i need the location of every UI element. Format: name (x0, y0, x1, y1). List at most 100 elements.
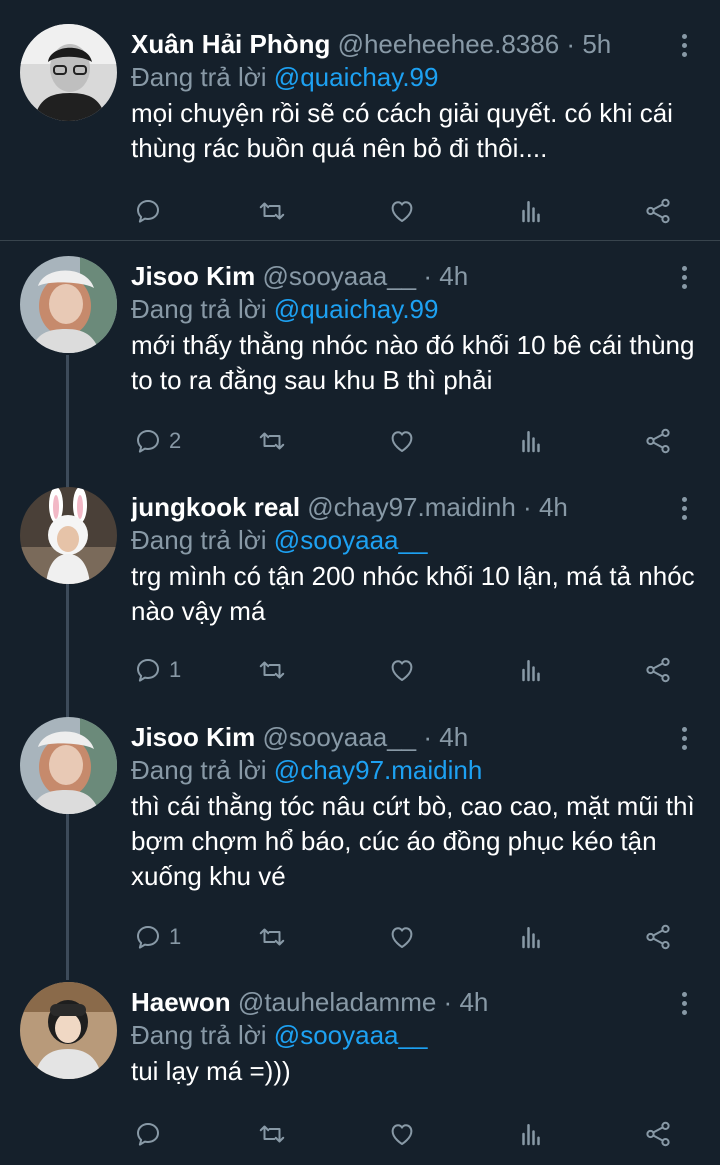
display-name[interactable]: Jisoo Kim (131, 261, 255, 291)
like-icon (387, 426, 417, 456)
reply-button[interactable]: 2 (133, 421, 181, 461)
mention-link[interactable]: @quaichay.99 (274, 294, 439, 324)
like-button[interactable] (387, 191, 417, 231)
timestamp[interactable]: 5h (582, 29, 611, 59)
user-handle[interactable]: @sooyaaa__ (262, 722, 416, 752)
retweet-button[interactable] (257, 1114, 287, 1154)
share-button[interactable] (643, 421, 673, 461)
reply-button[interactable]: 1 (133, 917, 181, 957)
share-button[interactable] (643, 917, 673, 957)
mention-link[interactable]: @sooyaaa__ (274, 1020, 428, 1050)
separator-dot: · (443, 987, 453, 1017)
share-button[interactable] (643, 191, 673, 231)
mention-link[interactable]: @quaichay.99 (274, 62, 439, 92)
separator-dot: · (566, 29, 576, 59)
timestamp[interactable]: 4h (439, 722, 468, 752)
reply-icon (133, 426, 163, 456)
like-icon (387, 922, 417, 952)
display-name[interactable]: Jisoo Kim (131, 722, 255, 752)
action-bar: 2 (131, 421, 690, 461)
display-name[interactable]: Xuân Hải Phòng (131, 29, 330, 59)
like-button[interactable] (387, 1114, 417, 1154)
separator-dot: · (423, 261, 433, 291)
like-button[interactable] (387, 421, 417, 461)
retweet-button[interactable] (257, 917, 287, 957)
replying-prefix: Đang trả lời (131, 62, 267, 92)
more-options-icon[interactable] (678, 34, 690, 60)
share-icon (643, 922, 673, 952)
retweet-button[interactable] (257, 191, 287, 231)
like-icon (387, 1119, 417, 1149)
avatar[interactable] (20, 717, 117, 814)
like-icon (387, 196, 417, 226)
user-handle[interactable]: @sooyaaa__ (262, 261, 416, 291)
retweet-icon (257, 196, 287, 226)
analytics-button[interactable] (516, 650, 546, 690)
mention-link[interactable]: @sooyaaa__ (274, 525, 428, 555)
tweet-text: mới thấy thằng nhóc nào đó khối 10 bê cá… (131, 330, 695, 395)
replying-prefix: Đang trả lời (131, 755, 267, 785)
reply-icon (133, 1119, 163, 1149)
reply-button[interactable] (133, 1114, 169, 1154)
display-name[interactable]: jungkook real (131, 492, 300, 522)
action-bar: 1 (131, 650, 690, 690)
divider (0, 240, 720, 241)
analytics-icon (516, 922, 546, 952)
replying-prefix: Đang trả lời (131, 294, 267, 324)
more-options-icon[interactable] (678, 992, 690, 1018)
replying-to: Đang trả lời @quaichay.99 (131, 290, 438, 328)
like-button[interactable] (387, 917, 417, 957)
avatar[interactable] (20, 256, 117, 353)
separator-dot: · (423, 722, 433, 752)
tweet[interactable]: Jisoo Kim @sooyaaa__ · 4h Đang trả lời @… (0, 717, 720, 967)
timestamp[interactable]: 4h (439, 261, 468, 291)
retweet-button[interactable] (257, 421, 287, 461)
reply-button[interactable] (133, 191, 169, 231)
replying-to: Đang trả lời @sooyaaa__ (131, 1016, 427, 1054)
analytics-icon (516, 1119, 546, 1149)
share-icon (643, 655, 673, 685)
share-icon (643, 196, 673, 226)
like-icon (387, 655, 417, 685)
mention-link[interactable]: @chay97.maidinh (274, 755, 483, 785)
reply-button[interactable]: 1 (133, 650, 181, 690)
more-options-icon[interactable] (678, 727, 690, 753)
retweet-icon (257, 922, 287, 952)
tweet[interactable]: Jisoo Kim @sooyaaa__ · 4h Đang trả lời @… (0, 256, 720, 466)
retweet-button[interactable] (257, 650, 287, 690)
timestamp[interactable]: 4h (459, 987, 488, 1017)
retweet-icon (257, 426, 287, 456)
tweet[interactable]: Xuân Hải Phòng @heeheehee.8386 · 5h Đang… (0, 24, 720, 234)
timestamp[interactable]: 4h (539, 492, 568, 522)
user-handle[interactable]: @heeheehee.8386 (338, 29, 560, 59)
analytics-button[interactable] (516, 917, 546, 957)
avatar[interactable] (20, 24, 117, 121)
tweet[interactable]: jungkook real @chay97.maidinh · 4h Đang … (0, 487, 720, 697)
share-button[interactable] (643, 650, 673, 690)
retweet-icon (257, 655, 287, 685)
reply-count: 1 (169, 924, 182, 949)
share-button[interactable] (643, 1114, 673, 1154)
share-icon (643, 1119, 673, 1149)
retweet-icon (257, 1119, 287, 1149)
action-bar (131, 1114, 690, 1154)
reply-count: 1 (169, 657, 182, 682)
user-handle[interactable]: @tauheladamme (238, 987, 436, 1017)
analytics-button[interactable] (516, 1114, 546, 1154)
display-name[interactable]: Haewon (131, 987, 231, 1017)
user-handle[interactable]: @chay97.maidinh (307, 492, 516, 522)
share-icon (643, 426, 673, 456)
tweet-text: tui lạy má =))) (131, 1056, 291, 1086)
avatar[interactable] (20, 982, 117, 1079)
analytics-button[interactable] (516, 421, 546, 461)
action-bar: 1 (131, 917, 690, 957)
like-button[interactable] (387, 650, 417, 690)
separator-dot: · (523, 492, 532, 522)
tweet[interactable]: Haewon @tauheladamme · 4h Đang trả lời @… (0, 982, 720, 1162)
more-options-icon[interactable] (678, 497, 690, 523)
more-options-icon[interactable] (678, 266, 690, 292)
replying-to: Đang trả lời @sooyaaa__ (131, 521, 427, 559)
avatar[interactable] (20, 487, 117, 584)
analytics-icon (516, 655, 546, 685)
analytics-button[interactable] (516, 191, 546, 231)
